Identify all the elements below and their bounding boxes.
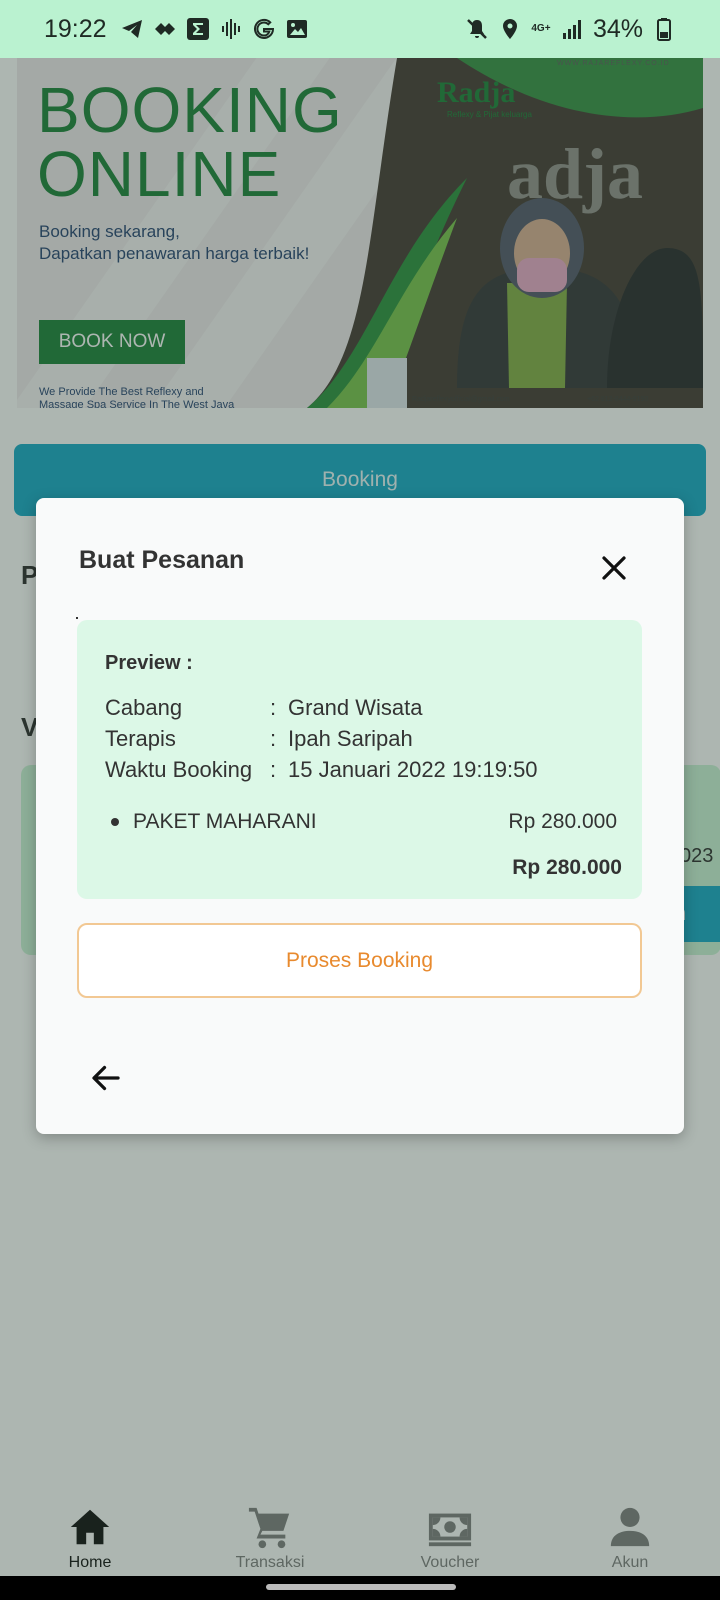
detail-row-cabang: Cabang : Grand Wisata — [105, 692, 538, 723]
app-screen: 19:22 4G+ 34% BOOKING ONLINE Booking sek… — [0, 0, 720, 1600]
close-button[interactable] — [596, 550, 632, 586]
telegram-icon — [120, 17, 144, 41]
battery-icon — [652, 17, 676, 41]
google-icon — [252, 17, 276, 41]
detail-row-terapis: Terapis : Ipah Saripah — [105, 723, 538, 754]
detail-value: Grand Wisata — [288, 695, 423, 720]
package-line-item: PAKET MAHARANI Rp 280.000 — [111, 810, 617, 834]
close-icon — [602, 556, 626, 580]
order-dialog: Buat Pesanan Preview : Cabang : Grand Wi… — [36, 498, 684, 1134]
detail-colon: : — [270, 757, 277, 782]
arrow-left-icon — [92, 1065, 120, 1091]
diamond-app-icon — [153, 17, 177, 41]
total-price: Rp 280.000 — [512, 856, 622, 879]
sigma-app-icon — [186, 17, 210, 41]
detail-value: 15 Januari 2022 19:19:50 — [288, 757, 538, 782]
detail-label: Terapis — [105, 726, 176, 751]
dialog-title: Buat Pesanan — [79, 546, 245, 574]
detail-label: Waktu Booking — [105, 757, 253, 782]
detail-row-waktu-booking: Waktu Booking : 15 Januari 2022 19:19:50 — [105, 754, 538, 785]
gallery-icon — [285, 17, 309, 41]
soundwave-icon — [219, 17, 243, 41]
mute-icon — [465, 17, 489, 41]
battery-percent: 34% — [592, 14, 643, 43]
status-time: 19:22 — [44, 14, 107, 43]
bullet-icon — [111, 818, 119, 826]
preview-card: Preview : Cabang : Grand Wisata Terapis … — [77, 620, 642, 899]
preview-details: Cabang : Grand Wisata Terapis : Ipah Sar… — [105, 692, 538, 785]
home-gesture-handle[interactable] — [266, 1584, 456, 1590]
signal-icon — [560, 17, 584, 41]
preview-heading: Preview : — [105, 652, 193, 674]
detail-label: Cabang — [105, 695, 183, 720]
package-price: Rp 280.000 — [508, 810, 617, 833]
status-bar: 19:22 4G+ 34% — [0, 0, 720, 58]
divider-dot — [76, 617, 78, 619]
back-button[interactable] — [88, 1060, 124, 1096]
location-icon — [498, 17, 522, 41]
network-type: 4G+ — [531, 23, 551, 34]
detail-colon: : — [270, 695, 277, 720]
detail-colon: : — [270, 726, 277, 751]
proses-booking-button[interactable]: Proses Booking — [77, 923, 642, 998]
detail-value: Ipah Saripah — [288, 726, 413, 751]
package-name: PAKET MAHARANI — [133, 810, 317, 833]
status-bar-right: 4G+ 34% — [465, 15, 676, 44]
status-bar-left: 19:22 — [44, 15, 309, 44]
